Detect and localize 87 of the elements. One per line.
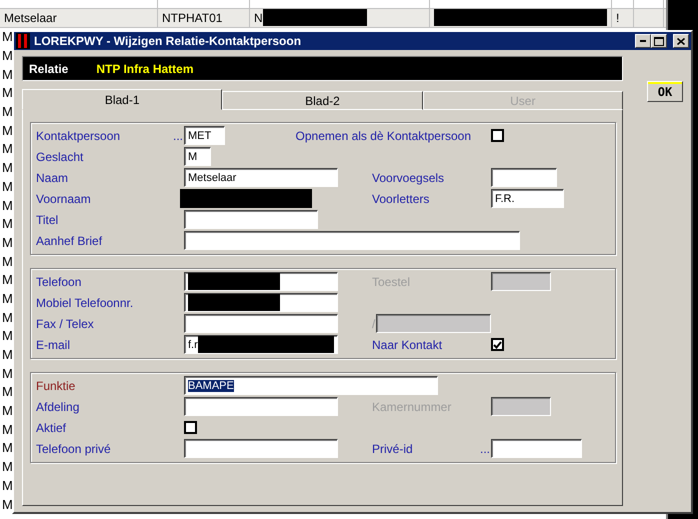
table-cell: Metselaar xyxy=(4,10,57,25)
table-cell: M xyxy=(2,85,13,100)
minimize-button[interactable] xyxy=(635,34,651,48)
table-cell: M xyxy=(2,496,13,512)
field-label: / xyxy=(372,316,376,330)
table-cell: M xyxy=(2,328,13,344)
input-field[interactable]: F.R. xyxy=(491,189,564,208)
field-label: Kontaktpersoon xyxy=(36,128,120,142)
input-field[interactable] xyxy=(491,439,582,458)
table-cell: M xyxy=(2,478,13,493)
table-cell: M xyxy=(2,104,13,120)
maximize-icon xyxy=(654,36,664,46)
table-cell: N xyxy=(254,10,263,25)
table-cell: M xyxy=(2,384,13,400)
field-label: Aktief xyxy=(36,420,66,434)
field-label: Titel xyxy=(36,212,58,226)
table-cell: M xyxy=(2,459,13,474)
checkbox[interactable] xyxy=(184,421,197,434)
input-field[interactable] xyxy=(184,293,338,312)
table-cell: M xyxy=(2,122,13,138)
tab[interactable]: Blad-2 xyxy=(222,91,423,110)
table-cell: ! xyxy=(616,10,620,25)
table-cell: M xyxy=(2,366,13,381)
input-field[interactable]: f.r xyxy=(184,335,338,354)
relation-label: Relatie xyxy=(29,62,68,76)
lookup-dots[interactable]: ... xyxy=(480,442,491,456)
maximize-button[interactable] xyxy=(651,34,667,48)
field-label: Kamernummer xyxy=(372,400,452,414)
tab[interactable]: Blad-1 xyxy=(22,89,222,110)
input-field[interactable] xyxy=(491,168,557,187)
input-field[interactable] xyxy=(184,397,338,416)
table-cell: M xyxy=(2,310,13,325)
field-label: Aanhef Brief xyxy=(36,234,102,248)
table-cell: M xyxy=(2,48,13,64)
field-label: Telefoon privé xyxy=(36,442,111,456)
field-label: Naar Kontakt xyxy=(372,338,444,352)
table-row[interactable]: Metselaar NTPHAT01 N ! xyxy=(0,9,666,28)
field-label: Opnemen als dè Kontaktpersoon xyxy=(296,128,472,142)
table-cell: M xyxy=(2,272,13,288)
field-label: Mobiel Telefoonnr. xyxy=(36,296,134,310)
field-label: Geslacht xyxy=(36,150,84,164)
minimize-icon xyxy=(640,40,646,42)
table-cell: M xyxy=(2,347,13,362)
table-cell: M xyxy=(2,234,13,250)
input-field[interactable]: MET xyxy=(184,126,225,145)
table-cell: M xyxy=(2,66,13,82)
relation-value: NTP Infra Hattem xyxy=(96,62,194,76)
checkbox[interactable] xyxy=(491,338,504,351)
field-label: Voorvoegsels xyxy=(372,170,444,184)
table-cell: M xyxy=(2,440,13,456)
table-cell: M xyxy=(2,178,13,194)
checkbox[interactable] xyxy=(491,129,504,142)
field-label: Voorletters xyxy=(372,192,430,206)
stripes-icon xyxy=(16,33,30,49)
window-title: LOREKPWY - Wijzigen Relatie-Kontaktpersoon xyxy=(34,34,302,48)
field-label: Afdeling xyxy=(36,400,80,414)
table-cell: M xyxy=(2,422,13,437)
input-field[interactable] xyxy=(184,314,338,333)
field-label: Funktie xyxy=(36,378,76,392)
field-label: Fax / Telex xyxy=(36,316,94,330)
table-cell: M xyxy=(2,403,13,418)
field-label: E-mail xyxy=(36,338,70,352)
redacted-field[interactable] xyxy=(180,189,312,208)
table-cell: M xyxy=(2,141,13,156)
input-field[interactable] xyxy=(184,210,318,229)
field-label: Telefoon xyxy=(36,274,82,288)
field-label: Naam xyxy=(36,170,68,184)
field-label: Privé-id xyxy=(372,442,413,456)
field-label: Voornaam xyxy=(36,192,91,206)
table-cell: M xyxy=(2,290,13,306)
table-cell: M xyxy=(2,29,13,44)
input-field[interactable] xyxy=(184,231,520,250)
lookup-dots[interactable]: ... xyxy=(172,128,184,142)
input-field[interactable] xyxy=(184,272,338,291)
input-field[interactable]: M xyxy=(184,147,211,166)
table-cell: M xyxy=(2,198,13,213)
input-field[interactable]: BAMAPE xyxy=(184,376,438,395)
table-cell: M xyxy=(2,160,13,176)
table-cell: M xyxy=(2,254,13,269)
ok-button[interactable]: OK xyxy=(647,81,683,102)
input-field[interactable] xyxy=(184,439,338,458)
input-field[interactable]: Metselaar xyxy=(184,168,338,187)
field-label: Toestel xyxy=(372,274,410,288)
close-button[interactable] xyxy=(673,34,689,48)
close-icon xyxy=(677,38,685,44)
table-cell: M xyxy=(2,216,13,232)
table-cell: NTPHAT01 xyxy=(162,10,222,25)
